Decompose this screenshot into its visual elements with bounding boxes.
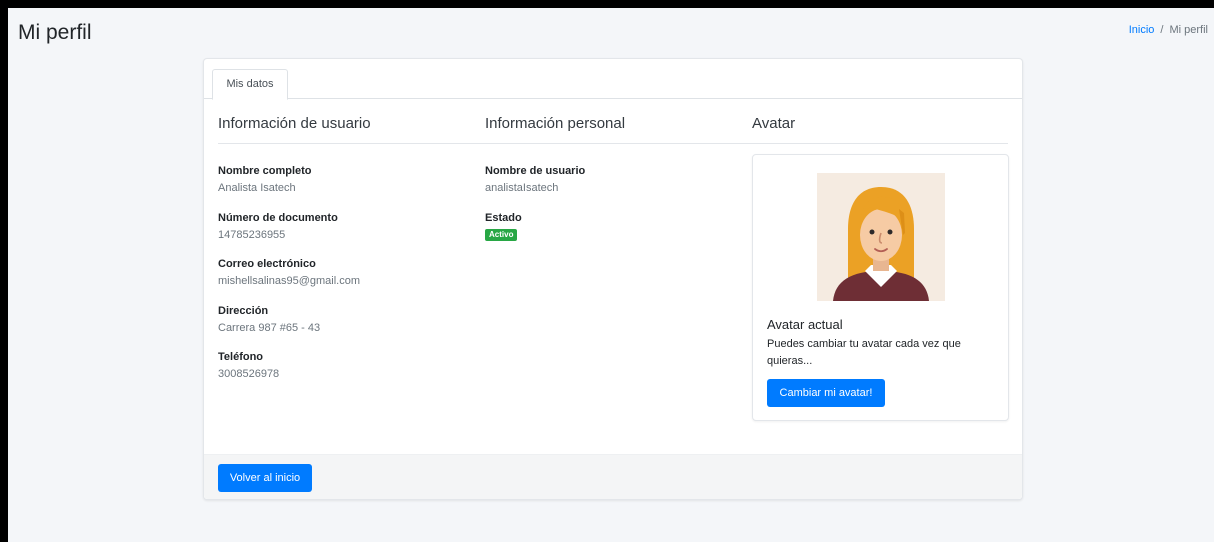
- field-value: mishellsalinas95@gmail.com: [218, 275, 360, 287]
- tab-bar: Mis datos: [204, 59, 1022, 100]
- field-value: analistaIsatech: [485, 182, 559, 194]
- field-value: Carrera 987 #65 - 43: [218, 322, 321, 334]
- avatar-card: Avatar actual Puedes cambiar tu avatar c…: [752, 154, 1009, 421]
- profile-card: Mis datos Información de usuario Informa…: [203, 58, 1023, 500]
- section-title-user-info: Información de usuario: [218, 115, 371, 132]
- avatar-title: Avatar actual: [767, 317, 843, 332]
- woman-avatar-icon: [817, 173, 945, 301]
- field-label: Dirección: [218, 305, 269, 317]
- field-phone: Teléfono 3008526978: [218, 351, 279, 380]
- field-label: Correo electrónico: [218, 258, 316, 270]
- field-label: Nombre de usuario: [485, 165, 586, 177]
- field-full-name: Nombre completo Analista Isatech: [218, 165, 312, 194]
- breadcrumb: Inicio / Mi perfil: [1129, 24, 1208, 36]
- field-value: Analista Isatech: [218, 182, 296, 194]
- field-value: 3008526978: [218, 368, 280, 380]
- change-avatar-button[interactable]: Cambiar mi avatar!: [767, 379, 885, 407]
- section-title-avatar: Avatar: [752, 115, 796, 132]
- page-title: Mi perfil: [18, 21, 92, 44]
- breadcrumb-home-link[interactable]: Inicio: [1129, 24, 1155, 36]
- tab-mis-datos[interactable]: Mis datos: [212, 69, 288, 100]
- breadcrumb-separator: /: [1160, 24, 1164, 36]
- field-username: Nombre de usuario analistaIsatech: [485, 165, 585, 194]
- card-footer: Volver al inicio: [204, 454, 1022, 499]
- field-value: 14785236955: [218, 229, 286, 241]
- breadcrumb-current: Mi perfil: [1169, 24, 1208, 36]
- status-badge: Activo: [485, 229, 518, 241]
- field-label: Número de documento: [218, 212, 338, 224]
- back-home-button[interactable]: Volver al inicio: [218, 464, 312, 492]
- field-label: Teléfono: [218, 351, 264, 363]
- avatar-description: Puedes cambiar tu avatar cada vez que qu…: [767, 338, 961, 367]
- field-address: Dirección Carrera 987 #65 - 43: [218, 305, 320, 334]
- field-email: Correo electrónico mishellsalinas95@gmai…: [218, 258, 360, 287]
- field-status: Estado Activo: [485, 212, 522, 242]
- content-wrapper: Mi perfil Inicio / Mi perfil Mis datos Inf…: [8, 8, 1214, 542]
- field-label: Nombre completo: [218, 165, 312, 177]
- section-divider: [218, 143, 1008, 144]
- field-document-number: Número de documento 14785236955: [218, 212, 338, 241]
- section-title-personal-info: Información personal: [485, 115, 626, 132]
- field-label: Estado: [485, 212, 522, 224]
